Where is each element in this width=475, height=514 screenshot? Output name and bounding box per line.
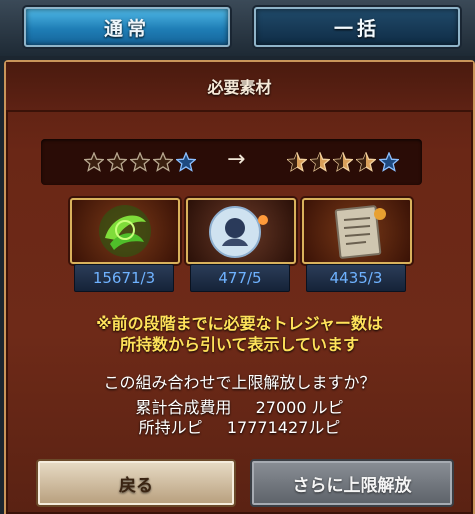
star-level-bar: →	[41, 139, 422, 185]
filled-star-icon	[287, 152, 307, 172]
scroll-scripture-icon	[334, 205, 386, 259]
owned-label: 所持ルピ	[138, 418, 203, 437]
filled-star-icon	[356, 152, 376, 172]
blue-star-icon	[176, 152, 196, 172]
material-slot-2[interactable]	[186, 198, 296, 264]
green-leaf-orb-icon	[99, 205, 151, 257]
filled-star-icon	[333, 152, 353, 172]
cost-label: 累計合成費用	[135, 398, 232, 417]
panel-title: 必要素材	[6, 62, 473, 112]
material-slot-1[interactable]	[70, 198, 180, 264]
owned-value: 17771427ルピ	[226, 418, 341, 437]
treasure-note-line1: ※前の段階までに必要なトレジャー数は	[96, 314, 383, 333]
required-materials-panel: 必要素材 → 15671/3 477/5 4435/3 ※前の段階までに必要なト…	[4, 60, 475, 514]
further-limit-break-button[interactable]: さらに上限解放	[250, 459, 454, 507]
blue-star-icon	[379, 152, 399, 172]
empty-star-icon	[84, 152, 104, 172]
treasure-note-line2: 所持数から引いて表示しています	[119, 335, 360, 354]
empty-star-icon	[153, 152, 173, 172]
confirm-question: この組み合わせで上限解放しますか？	[103, 373, 376, 392]
tab-bulk[interactable]: 一括	[254, 7, 460, 47]
material-count-1: 15671/3	[74, 264, 174, 292]
back-button[interactable]: 戻る	[36, 459, 236, 507]
material-slot-3[interactable]	[302, 198, 412, 264]
material-count-2: 477/5	[190, 264, 290, 292]
tab-normal[interactable]: 通常	[24, 7, 230, 47]
empty-star-icon	[130, 152, 150, 172]
tab-bar: 通常 一括	[0, 0, 475, 56]
filled-star-icon	[310, 152, 330, 172]
empty-star-icon	[107, 152, 127, 172]
cost-value: 27000 ルピ	[255, 398, 344, 417]
owned-row: 所持ルピ 17771427ルピ	[6, 418, 473, 438]
material-count-3: 4435/3	[306, 264, 406, 292]
upgrade-arrow: →	[227, 147, 246, 172]
character-crystal-orb-icon	[209, 206, 268, 258]
cost-row: 累計合成費用 27000 ルピ	[6, 398, 473, 418]
